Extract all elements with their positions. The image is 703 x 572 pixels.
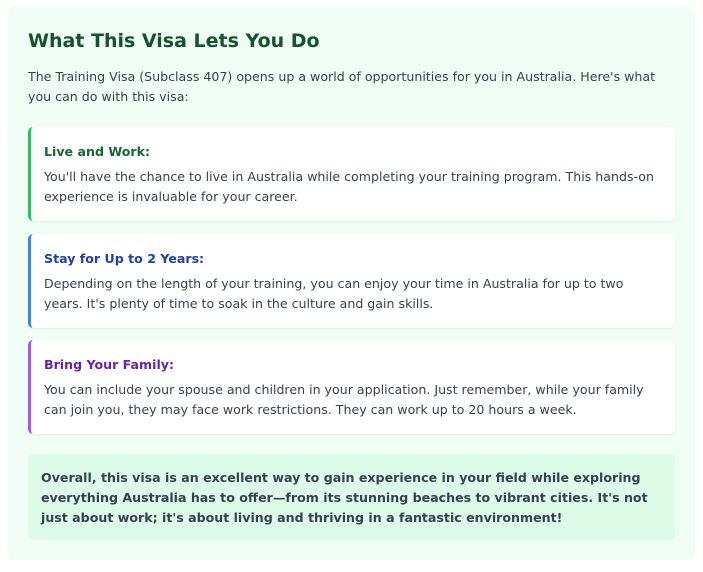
benefit-title: Stay for Up to 2 Years:	[44, 251, 205, 266]
section-intro: The Training Visa (Subclass 407) opens u…	[28, 69, 656, 104]
summary-text: Overall, this visa is an excellent way t…	[41, 470, 648, 525]
visa-benefits-panel: What This Visa Lets You Do The Training …	[8, 7, 695, 560]
benefit-card-live-and-work: Live and Work: You'll have the chance to…	[28, 127, 675, 221]
benefit-description: Depending on the length of your training…	[44, 276, 624, 311]
section-title: What This Visa Lets You Do	[28, 30, 320, 52]
benefit-description: You'll have the chance to live in Austra…	[44, 169, 654, 204]
benefit-title: Bring Your Family:	[44, 357, 175, 372]
summary-box: Overall, this visa is an excellent way t…	[28, 454, 675, 540]
benefit-card-bring-family: Bring Your Family: You can include your …	[28, 340, 675, 434]
benefit-title: Live and Work:	[44, 144, 151, 159]
benefit-card-stay-duration: Stay for Up to 2 Years: Depending on the…	[28, 234, 675, 328]
benefit-description: You can include your spouse and children…	[44, 382, 644, 417]
